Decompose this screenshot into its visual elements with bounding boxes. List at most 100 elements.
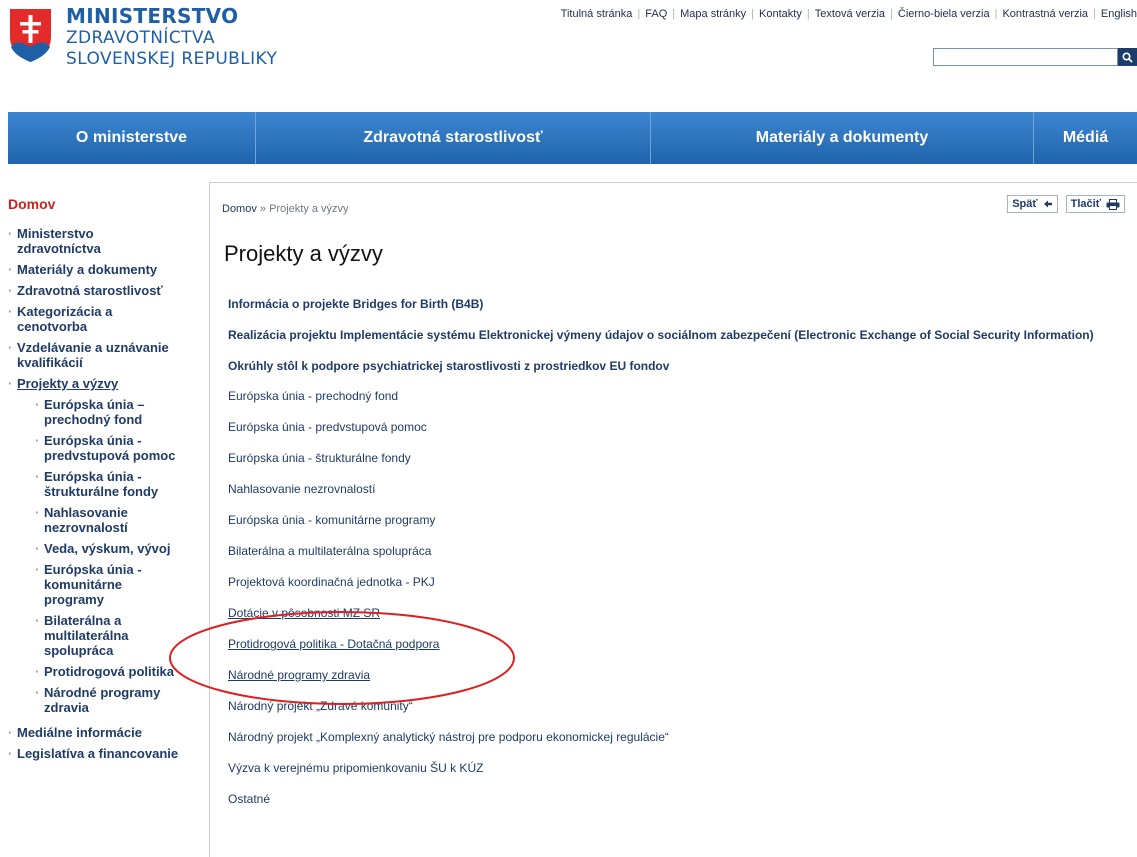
link-kontrastna-verzia[interactable]: Kontrastná verzia [1002, 8, 1088, 20]
project-link[interactable]: Bilaterálna a multilaterálna spolupráca [228, 544, 431, 558]
nav-o-ministerstve[interactable]: O ministerstve [8, 112, 256, 164]
breadcrumb: Domov » Projekty a výzvy [222, 203, 349, 215]
project-link[interactable]: Protidrogová politika - Dotačná podpora [228, 637, 439, 651]
link-faq[interactable]: FAQ [645, 8, 667, 20]
project-link[interactable]: Národný projekt „Komplexný analytický ná… [228, 730, 669, 744]
sidebar-item-legislativa[interactable]: Legislatíva a financovanie [8, 746, 198, 761]
list-item: Európska únia - komunitárne programy [228, 511, 1108, 530]
sidebar-item-label: Projekty a výzvy [17, 376, 119, 391]
sidebar-subitem-komunitarne[interactable]: Európska únia - komunitárne programy [17, 562, 169, 607]
sidebar-item-label: Mediálne informácie [17, 725, 142, 740]
separator: | [1093, 8, 1096, 20]
separator: | [751, 8, 755, 20]
breadcrumb-current: Projekty a výzvy [269, 203, 349, 215]
back-button[interactable]: Späť [1007, 195, 1058, 213]
project-link[interactable]: Ostatné [228, 792, 270, 806]
link-cierno-biela-verzia[interactable]: Čierno-biela verzia [898, 8, 990, 20]
project-links: Informácia o projekte Bridges for Birth … [228, 295, 1108, 809]
link-kontakty[interactable]: Kontakty [759, 8, 802, 20]
list-item: Európska únia - prechodný fond [228, 387, 1108, 406]
sidebar-subitem-predvstupova-pomoc[interactable]: Európska únia - predvstupová pomoc [17, 433, 214, 463]
search-icon [1122, 51, 1133, 63]
project-link[interactable]: Nahlasovanie nezrovnalostí [228, 482, 375, 496]
nav-media[interactable]: Médiá [1034, 112, 1137, 164]
project-link[interactable]: Európska únia - predvstupová pomoc [228, 420, 427, 434]
project-link[interactable]: Okrúhly stôl k podpore psychiatrickej st… [228, 359, 669, 373]
list-item: Protidrogová politika - Dotačná podpora [228, 635, 1108, 654]
project-link[interactable]: Národné programy zdravia [228, 668, 370, 682]
sidebar-item-label: Legislatíva a financovanie [17, 746, 179, 761]
sidebar-subitem-nezrovnalosti[interactable]: Nahlasovanie nezrovnalostí [17, 505, 169, 535]
project-link[interactable]: Európska únia - komunitárne programy [228, 513, 435, 527]
link-textova-verzia[interactable]: Textová verzia [815, 8, 885, 20]
list-item: Dotácie v pôsobnosti MZ SR [228, 604, 1108, 623]
link-titulna-stranka[interactable]: Titulná stránka [561, 8, 633, 20]
main-nav: O ministerstve Zdravotná starostlivosť M… [8, 112, 1137, 164]
list-item: Výzva k verejnému pripomienkovaniu ŠU k … [228, 759, 1108, 778]
separator: | [672, 8, 676, 20]
project-link[interactable]: Európska únia - prechodný fond [228, 389, 398, 403]
coat-of-arms-logo [10, 9, 51, 62]
print-button[interactable]: Tlačiť [1065, 195, 1125, 213]
list-item: Okrúhly stôl k podpore psychiatrickej st… [228, 357, 1108, 376]
printer-icon [1106, 198, 1120, 210]
separator: | [890, 8, 893, 20]
print-label: Tlačiť [1070, 198, 1101, 210]
list-item: Národné programy zdravia [228, 666, 1108, 685]
search-input[interactable] [934, 51, 1117, 67]
list-item: Európska únia - štrukturálne fondy [228, 449, 1108, 468]
brand-line-2: ZDRAVOTNÍCTVA [66, 28, 215, 48]
list-item: Projektová koordinačná jednotka - PKJ [228, 573, 1108, 592]
sidebar-item-label: Ministerstvo zdravotníctva [17, 226, 101, 256]
sidebar-item-label: Kategorizácia a cenotvorba [17, 304, 113, 334]
project-link[interactable]: Projektová koordinačná jednotka - PKJ [228, 575, 435, 589]
brand-line-1: MINISTERSTVO [66, 4, 239, 28]
ministry-brand[interactable]: MINISTERSTVO ZDRAVOTNÍCTVA SLOVENSKEJ RE… [66, 6, 277, 68]
separator: | [806, 8, 810, 20]
sidebar-sublist: Európska únia – prechodný fond Európska … [17, 397, 198, 715]
sidebar-item-vzdelavanie[interactable]: Vzdelávanie a uznávanie kvalifikácií [8, 340, 202, 370]
link-english[interactable]: English [1101, 8, 1137, 20]
sidebar: Domov Ministerstvo zdravotníctva Materiá… [8, 196, 198, 767]
search-box [933, 48, 1118, 67]
separator: | [994, 8, 998, 20]
project-link[interactable]: Výzva k verejnému pripomienkovaniu ŠU k … [228, 761, 483, 775]
sidebar-home[interactable]: Domov [8, 196, 198, 212]
breadcrumb-home[interactable]: Domov [222, 203, 257, 215]
list-item: Bilaterálna a multilaterálna spolupráca [228, 542, 1108, 561]
sidebar-item-zdravotna[interactable]: Zdravotná starostlivosť [8, 283, 198, 298]
separator: | [637, 8, 641, 20]
nav-zdravotna-starostlivost[interactable]: Zdravotná starostlivosť [256, 112, 651, 164]
sidebar-item-projekty[interactable]: Projekty a výzvy Európska únia – prechod… [8, 376, 198, 715]
sidebar-item-kategorizacia[interactable]: Kategorizácia a cenotvorba [8, 304, 147, 334]
sidebar-subitem-protidrogova[interactable]: Protidrogová politika [17, 664, 224, 679]
breadcrumb-separator: » [259, 203, 267, 215]
sidebar-item-ministerstvo[interactable]: Ministerstvo zdravotníctva [8, 226, 147, 256]
project-link[interactable]: Informácia o projekte Bridges for Birth … [228, 297, 483, 311]
project-link[interactable]: Národný projekt „Zdravé komunity“ [228, 699, 413, 713]
sidebar-item-medialne[interactable]: Mediálne informácie [8, 725, 198, 740]
content-panel: Domov » Projekty a výzvy Späť Tlačiť Pro… [209, 182, 1137, 857]
list-item: Národný projekt „Komplexný analytický ná… [228, 728, 1108, 747]
sidebar-subitem-veda-vyskum[interactable]: Veda, výskum, vývoj [17, 541, 224, 556]
sidebar-subitem-strukturalne-fondy[interactable]: Európska únia - štrukturálne fondy [17, 469, 184, 499]
search-button[interactable] [1118, 48, 1137, 66]
page-tools: Späť Tlačiť [1007, 195, 1125, 213]
back-label: Späť [1012, 198, 1038, 210]
sidebar-subitem-narodne-programy[interactable]: Národné programy zdravia [17, 685, 179, 715]
page-title: Projekty a výzvy [224, 241, 383, 266]
link-mapa-stranky[interactable]: Mapa stránky [680, 8, 746, 20]
sidebar-item-materialy[interactable]: Materiály a dokumenty [8, 262, 198, 277]
list-item: Informácia o projekte Bridges for Birth … [228, 295, 1108, 314]
list-item: Nahlasovanie nezrovnalostí [228, 480, 1108, 499]
sidebar-subitem-bilateralna[interactable]: Bilaterálna a multilaterálna spolupráca [17, 613, 169, 658]
sidebar-subitem-prechodny-fond[interactable]: Európska únia – prechodný fond [17, 397, 169, 427]
project-link[interactable]: Realizácia projektu Implementácie systém… [228, 328, 1094, 342]
list-item: Ostatné [228, 790, 1108, 809]
nav-materialy-a-dokumenty[interactable]: Materiály a dokumenty [651, 112, 1034, 164]
sidebar-item-label: Vzdelávanie a uznávanie kvalifikácií [17, 340, 169, 370]
project-link[interactable]: Dotácie v pôsobnosti MZ SR [228, 606, 380, 620]
arrow-left-icon [1043, 199, 1053, 209]
sidebar-item-label: Zdravotná starostlivosť [17, 283, 163, 298]
project-link[interactable]: Európska únia - štrukturálne fondy [228, 451, 411, 465]
